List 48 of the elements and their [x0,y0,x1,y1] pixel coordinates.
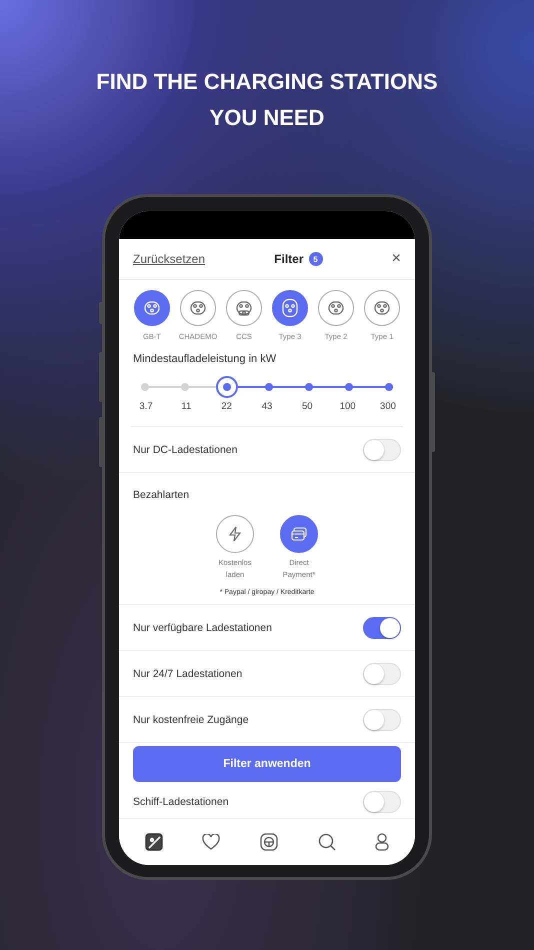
filter-count-badge: 5 [308,252,323,266]
nav-tab[interactable] [142,831,165,853]
search-icon [318,833,336,851]
connector-button[interactable] [134,290,170,326]
nav-tab[interactable] [200,832,222,852]
apply-filter-button[interactable]: Filter anwenden [133,746,401,782]
connector-button[interactable] [364,290,400,326]
toggle-label: Nur DC-Ladestationen [133,444,238,456]
connector-button[interactable] [226,290,262,326]
power-label: 50 [301,401,314,412]
toggle-label: Nur kostenfreie Zugänge [133,714,249,726]
slider-stop[interactable] [385,383,393,391]
steering-wheel-icon [260,833,278,851]
profile-icon [375,833,390,851]
power-label: 300 [379,401,397,412]
connector-button[interactable] [318,290,354,326]
slider-stop[interactable] [305,383,313,391]
map-icon [144,833,163,851]
plug-icon [280,298,300,318]
headline: FIND THE CHARGING STATIONS YOU NEED [95,68,439,132]
toggle-switch[interactable] [363,616,401,638]
heart-icon [202,834,220,850]
toggle-label: Nur 24/7 Ladestationen [133,668,242,680]
lightning-icon [228,526,242,542]
card-icon [291,527,307,541]
power-label: 43 [260,401,274,412]
payment-button[interactable] [216,515,254,553]
filter-title: Filter [274,252,304,266]
slider-thumb[interactable] [216,376,238,398]
nav-tab[interactable] [258,831,280,853]
power-label: 11 [180,401,192,412]
payment-button[interactable] [280,515,318,553]
slider-stop[interactable] [265,383,273,391]
section-title: Bezahlarten [133,489,190,501]
toggle-label: Schiff-Ladestationen [133,796,229,808]
reset-link[interactable]: Zurücksetzen [133,252,206,266]
slider-stop[interactable] [141,383,149,391]
section-title: Mindestaufladeleistung in kW [132,352,278,365]
slider-stop[interactable] [345,383,353,391]
connector-button[interactable] [272,290,308,326]
slider-stop[interactable] [181,383,189,391]
nav-tab[interactable] [373,831,392,853]
close-button[interactable]: × [392,250,401,268]
connector-button[interactable] [180,290,216,326]
toggle-label: Nur verfügbare Ladestationen [133,622,272,634]
power-label: 100 [338,401,357,412]
power-label: 22 [220,401,233,412]
power-label: 3.7 [138,401,154,412]
